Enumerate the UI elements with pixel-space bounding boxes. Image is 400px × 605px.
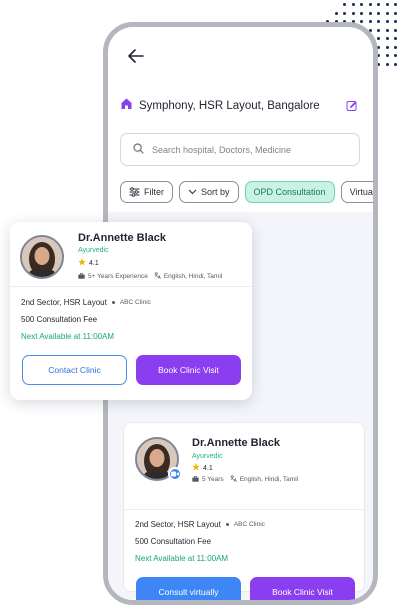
decorative-dot: [368, 20, 372, 23]
consultation-fee: 500 Consultation Fee: [135, 537, 212, 546]
next-available: Next Available at 11:00AM: [21, 332, 115, 341]
briefcase-icon: [78, 272, 85, 281]
filter-chip-row: Filter Sort by OPD Consultation Virtual: [120, 181, 375, 203]
contact-clinic-button[interactable]: Contact Clinic: [22, 355, 127, 385]
decorative-dot: [394, 28, 397, 32]
location-text: Symphony, HSR Layout, Bangalore: [139, 100, 320, 112]
decorative-dot: [360, 3, 363, 6]
experience-text: 5+ Years Experience: [88, 273, 148, 280]
decorative-dot: [385, 45, 389, 49]
decorative-dot: [360, 20, 363, 23]
address-text: 2nd Sector, HSR Layout: [21, 298, 107, 307]
doctor-meta: 5+ Years Experience English, Hindi, Tami…: [78, 272, 228, 281]
decorative-dot: [385, 37, 389, 40]
doctor-rating: 4.1: [192, 463, 213, 473]
doctor-card-featured[interactable]: Dr.Annette Black Ayurvedic 4.1 5+ Years …: [10, 222, 252, 400]
video-consult-badge-icon: [168, 467, 182, 481]
decorative-dot: [368, 3, 372, 6]
sort-button[interactable]: Sort by: [179, 181, 239, 203]
filter-label: Filter: [144, 187, 164, 197]
chevron-down-icon: [188, 189, 197, 195]
clinic-address: 2nd Sector, HSR Layout ABC Clinic: [135, 520, 265, 529]
decorative-dot: [394, 11, 397, 15]
virtual-label: Virtual: [349, 187, 375, 197]
edit-icon[interactable]: [345, 99, 359, 113]
decorative-dot: [394, 54, 397, 57]
doctor-specialty: Ayurvedic: [78, 247, 109, 254]
back-button[interactable]: [122, 44, 150, 72]
decorative-dot: [351, 11, 355, 15]
decorative-dot: [368, 11, 372, 15]
sort-label: Sort by: [201, 187, 230, 197]
search-field[interactable]: Search hospital, Doctors, Medicine: [120, 133, 360, 166]
card-divider: [10, 286, 252, 287]
star-icon: [78, 258, 86, 268]
decorative-dot: [385, 62, 389, 66]
arrow-left-icon: [128, 48, 144, 68]
clinic-name: ABC Clinic: [233, 521, 265, 528]
doctor-avatar: [20, 235, 64, 279]
next-available: Next Available at 11:00AM: [135, 554, 229, 563]
tab-opd-consultation[interactable]: OPD Consultation: [244, 181, 335, 203]
clinic-address: 2nd Sector, HSR Layout ABC Clinic: [21, 298, 151, 307]
clinic-name: ABC Clinic: [119, 299, 151, 306]
doctor-name: Dr.Annette Black: [78, 232, 167, 244]
filter-button[interactable]: Filter: [120, 181, 173, 203]
decorative-dot: [385, 28, 389, 32]
decorative-dot: [343, 11, 346, 15]
decorative-dot: [343, 3, 346, 6]
doctor-card[interactable]: Dr.Annette Black Ayurvedic 4.1 5 Years E…: [123, 422, 365, 600]
decorative-dot: [394, 3, 397, 6]
doctor-name: Dr.Annette Black: [192, 437, 281, 449]
search-input[interactable]: Search hospital, Doctors, Medicine: [152, 145, 291, 155]
doctor-meta: 5 Years English, Hindi, Tamil: [192, 475, 304, 484]
star-icon: [192, 463, 200, 473]
decorative-dot: [385, 54, 389, 57]
decorative-dot: [385, 11, 389, 15]
book-clinic-visit-button[interactable]: Book Clinic Visit: [136, 355, 241, 385]
decorative-dot: [385, 20, 389, 23]
decorative-dot: [360, 11, 363, 15]
doctor-specialty: Ayurvedic: [192, 453, 223, 460]
decorative-dot: [377, 20, 380, 23]
sliders-icon: [129, 187, 140, 197]
separator-dot: [111, 301, 115, 304]
decorative-dot: [377, 28, 380, 32]
location-bar[interactable]: Symphony, HSR Layout, Bangalore: [120, 97, 359, 115]
decorative-dot: [394, 20, 397, 23]
decorative-dot: [377, 37, 380, 40]
translate-icon: [230, 475, 237, 484]
languages-text: English, Hindi, Tamil: [239, 476, 299, 483]
separator-dot: [225, 523, 229, 526]
decorative-dot: [351, 3, 355, 6]
decorative-dot: [334, 11, 338, 15]
opd-label: OPD Consultation: [253, 187, 326, 197]
address-text: 2nd Sector, HSR Layout: [135, 520, 221, 529]
card-divider: [124, 509, 364, 510]
home-icon: [120, 97, 133, 115]
decorative-dot: [394, 37, 397, 40]
decorative-dot: [377, 11, 380, 15]
doctor-rating: 4.1: [78, 258, 99, 268]
rating-value: 4.1: [203, 464, 213, 472]
tab-virtual[interactable]: Virtual: [340, 181, 375, 203]
translate-icon: [154, 272, 161, 281]
decorative-dot: [385, 3, 389, 6]
decorative-dot: [394, 62, 397, 66]
decorative-dot: [377, 3, 380, 6]
consult-virtually-button[interactable]: Consult virtually: [136, 577, 241, 600]
consultation-fee: 500 Consultation Fee: [21, 315, 98, 324]
rating-value: 4.1: [89, 259, 99, 267]
briefcase-icon: [192, 475, 199, 484]
experience-text: 5 Years: [202, 476, 224, 483]
languages-text: English, Hindi, Tamil: [163, 273, 223, 280]
decorative-dot: [394, 45, 397, 49]
book-clinic-visit-button[interactable]: Book Clinic Visit: [250, 577, 355, 600]
search-icon: [133, 141, 144, 159]
